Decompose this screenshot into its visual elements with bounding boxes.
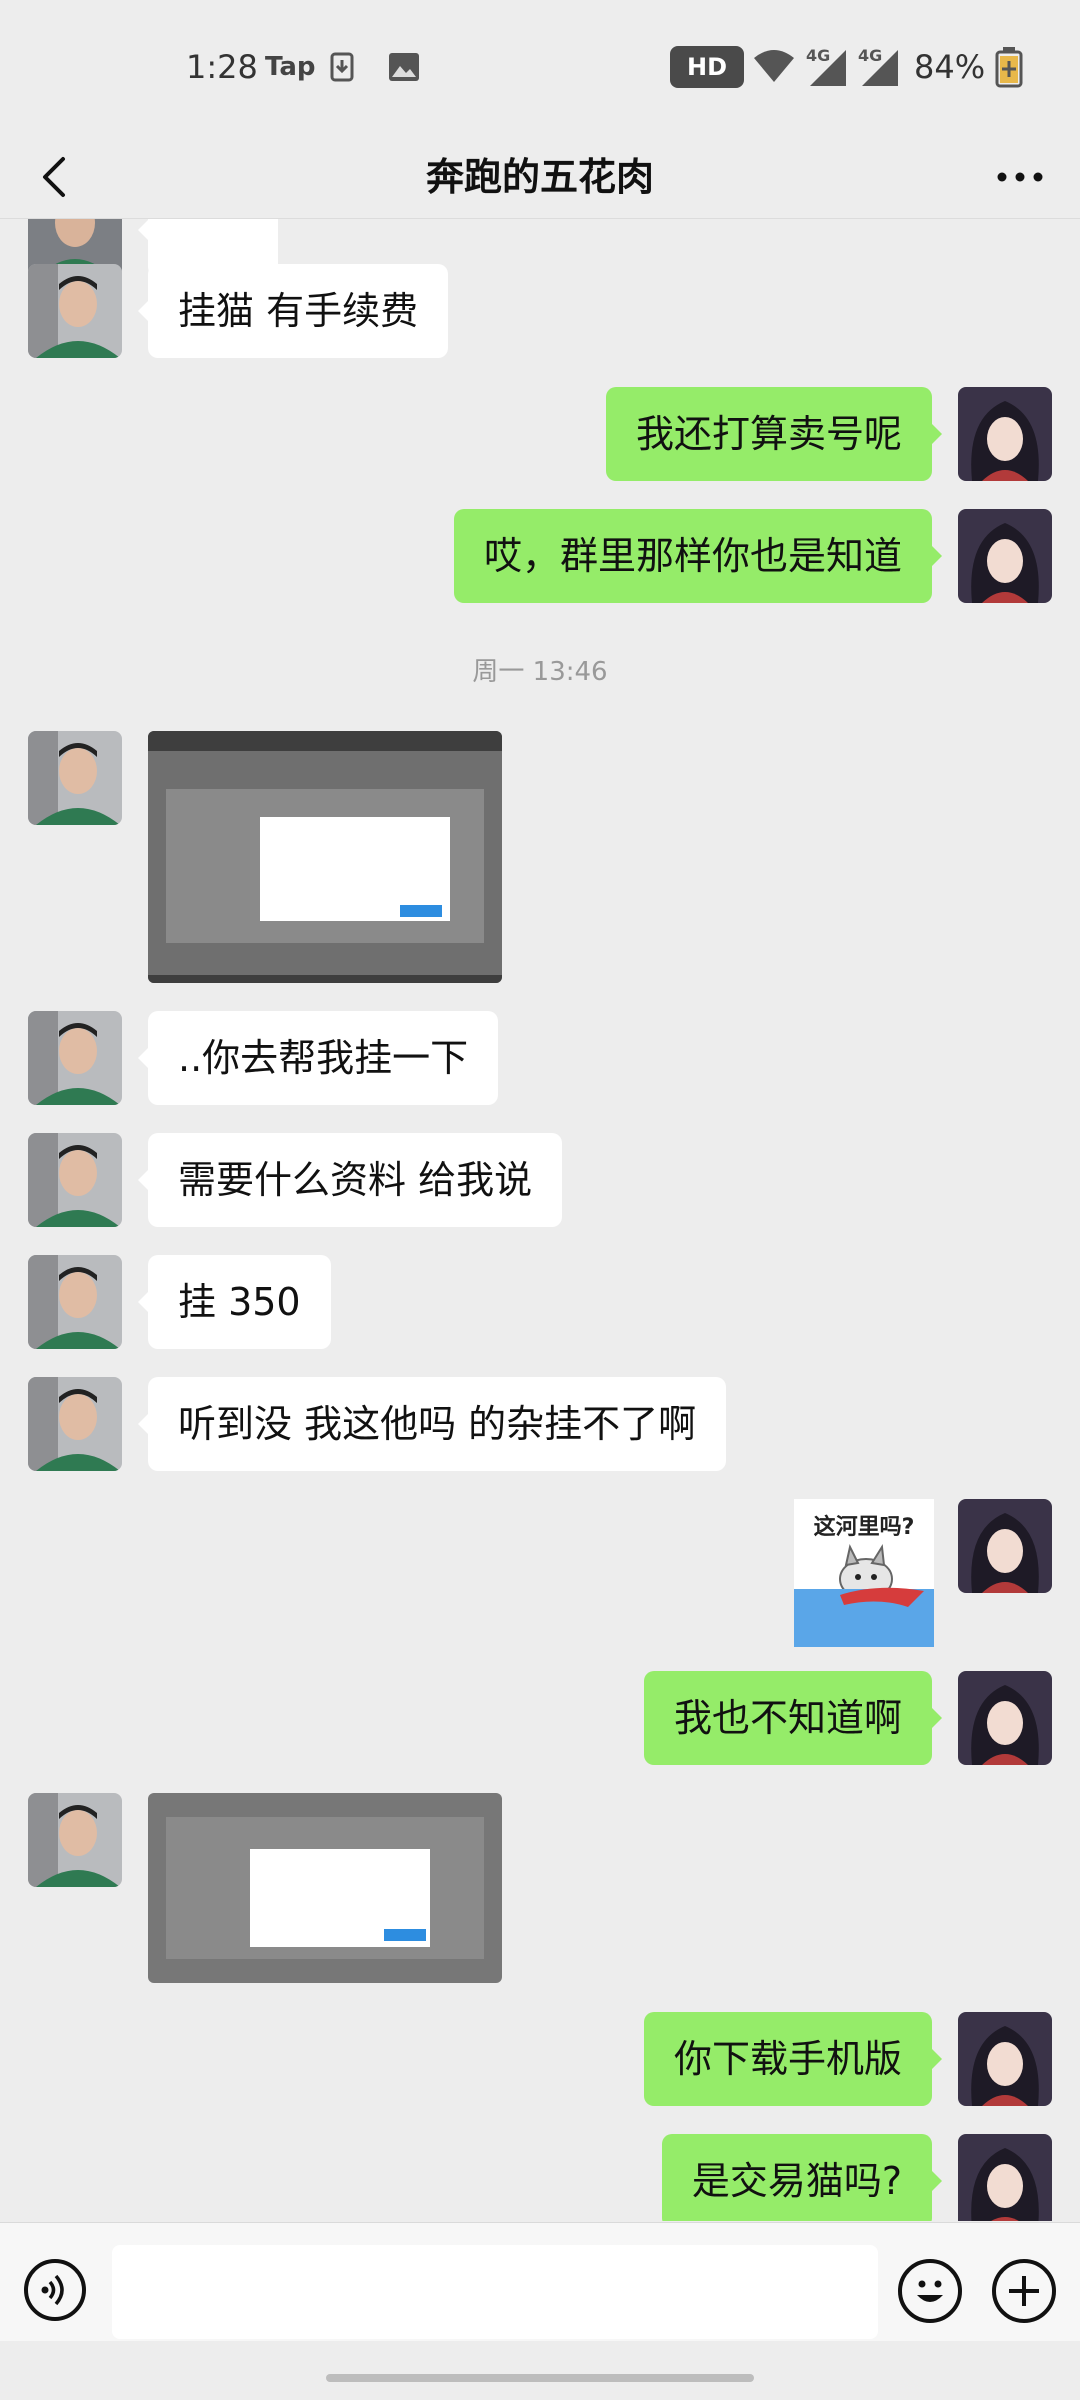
message-bubble[interactable]: 挂猫 有手续费 (137, 264, 449, 358)
more-button[interactable] (980, 136, 1060, 218)
battery-percent: 84% (914, 48, 986, 86)
home-indicator[interactable] (326, 2374, 754, 2382)
message-bubble[interactable]: 我还打算卖号呢 (605, 387, 943, 481)
hd-badge: HD (670, 46, 744, 88)
message-bubble[interactable]: 挂 350 (138, 1255, 331, 1349)
message-bubble[interactable]: 需要什么资料 给我说 (137, 1133, 563, 1227)
signal-1: 4G (806, 46, 850, 88)
avatar-self[interactable] (958, 509, 1052, 603)
status-time: 1:28 (186, 48, 258, 86)
timestamp: 周一 13:46 (472, 657, 608, 687)
status-app-label: Tap (265, 52, 316, 82)
more-icon (997, 172, 1043, 182)
avatar-contact[interactable] (28, 731, 122, 825)
message-bubble[interactable]: 是交易猫吗? (661, 2134, 943, 2221)
sticker-caption: 这河里吗? (813, 1515, 915, 1540)
avatar-contact[interactable] (28, 264, 122, 358)
avatar-self[interactable] (958, 2012, 1052, 2106)
image-message[interactable] (148, 1793, 502, 1983)
voice-button[interactable] (24, 2259, 86, 2321)
download-icon (330, 52, 354, 82)
avatar-self[interactable] (958, 2134, 1052, 2221)
avatar-contact[interactable] (28, 1011, 122, 1105)
avatar-contact[interactable] (28, 1793, 122, 1887)
image-message[interactable] (148, 731, 502, 983)
voice-icon (41, 2274, 64, 2306)
status-bar: 1:28 Tap HD 4G 4G 84% (0, 0, 1080, 136)
avatar-contact[interactable] (28, 1377, 122, 1471)
more-functions-button[interactable] (992, 2259, 1056, 2323)
signal-2: 4G (858, 46, 902, 88)
wifi-icon (754, 50, 794, 82)
avatar-self[interactable] (958, 1671, 1052, 1765)
message-bubble[interactable]: 你下载手机版 (643, 2012, 943, 2106)
chat-header: 奔跑的五花肉 (0, 136, 1080, 219)
image-icon (389, 53, 419, 81)
plus-icon (1009, 2276, 1039, 2306)
avatar-self[interactable] (958, 387, 1052, 481)
message-input[interactable] (112, 2245, 878, 2339)
message-bubble[interactable]: 哎，群里那样你也是知道 (453, 509, 943, 603)
message-list[interactable]: 挂猫 有手续费 我还打算卖号呢 哎，群里那样你也是知道 周一 13:46 ..你… (0, 219, 1080, 2221)
scarf-icon (840, 1587, 924, 1607)
message-bubble[interactable]: 听到没 我这他吗 的杂挂不了啊 (137, 1377, 727, 1471)
emoji-icon (917, 2280, 943, 2302)
avatar-self[interactable] (958, 1499, 1052, 1593)
message-bubble[interactable]: ..你去帮我挂一下 (137, 1011, 499, 1105)
message-bubble[interactable]: 我也不知道啊 (643, 1671, 943, 1765)
sticker-message[interactable]: 这河里吗? (794, 1499, 934, 1647)
battery-icon (995, 47, 1023, 88)
chat-title: 奔跑的五花肉 (425, 155, 654, 199)
avatar-contact[interactable] (28, 1255, 122, 1349)
avatar-contact[interactable] (28, 1133, 122, 1227)
input-bar (0, 2222, 1080, 2341)
emoji-button[interactable] (898, 2259, 962, 2323)
